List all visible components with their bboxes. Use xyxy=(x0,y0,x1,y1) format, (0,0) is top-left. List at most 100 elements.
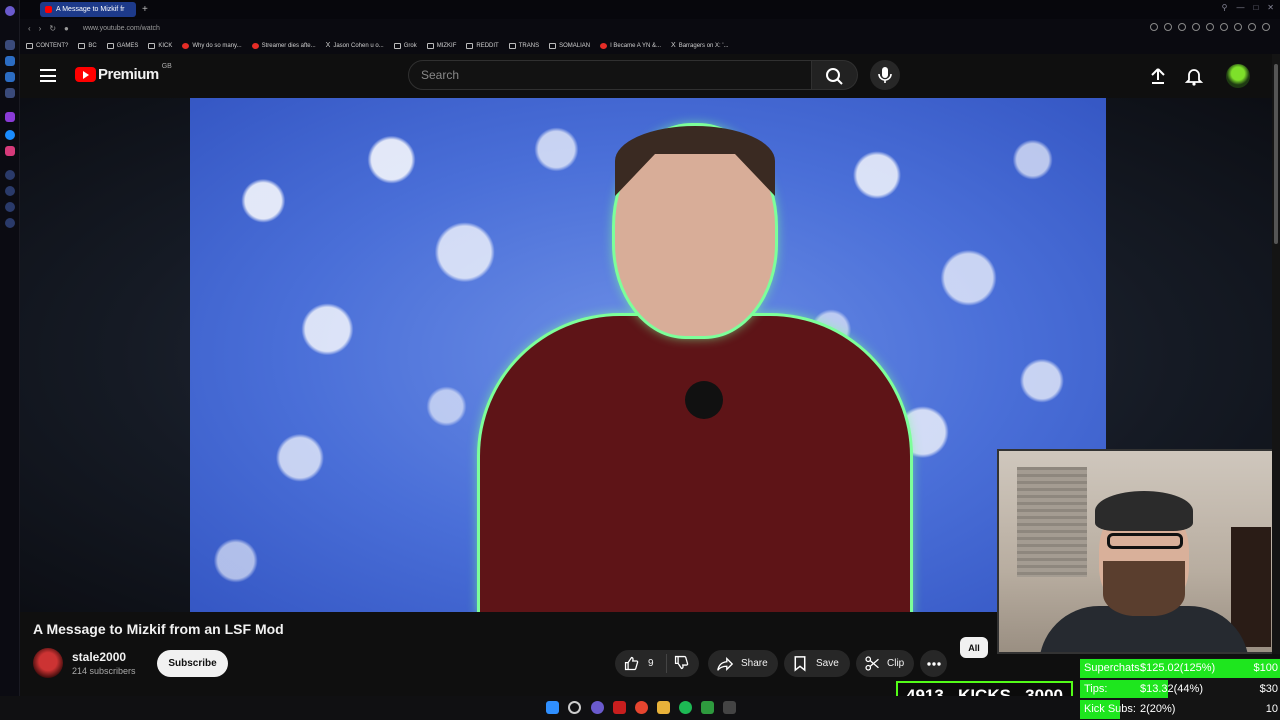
channel-name[interactable]: stale2000 xyxy=(72,650,126,664)
subscribe-button[interactable]: Subscribe xyxy=(157,650,228,677)
clip-button[interactable]: Clip xyxy=(856,650,914,677)
bookmark-item[interactable]: KICK xyxy=(148,42,172,49)
window-controls: ⚲ — □ ✕ xyxy=(1222,3,1274,12)
extension-icon[interactable] xyxy=(1178,23,1186,31)
bookmark-item[interactable]: SOMALIAN xyxy=(549,42,590,49)
video-player[interactable] xyxy=(190,98,1106,612)
bookmark-label: REDDIT xyxy=(476,42,499,49)
save-bookmark-icon xyxy=(794,656,806,672)
close-icon[interactable]: ✕ xyxy=(1267,3,1274,12)
lock-icon: ● xyxy=(64,23,69,33)
bookmark-label: Barragers on X: '... xyxy=(678,42,729,49)
bookmark-item[interactable]: Why do so many... xyxy=(182,42,242,49)
bookmark-label: Jason Cohen u o... xyxy=(333,42,384,49)
goal-target: $30 xyxy=(1259,682,1278,695)
search-button[interactable] xyxy=(812,60,858,90)
twitch-icon[interactable] xyxy=(5,112,15,122)
menu-icon[interactable] xyxy=(1262,23,1270,31)
channel-avatar[interactable] xyxy=(33,648,63,678)
file-explorer-icon[interactable] xyxy=(657,701,670,714)
extension-icon[interactable] xyxy=(1248,23,1256,31)
bookmark-item[interactable]: TRANS xyxy=(508,42,539,49)
like-dislike-group: 9 xyxy=(615,650,699,677)
browser-logo-icon[interactable] xyxy=(5,6,15,16)
search-icon xyxy=(826,68,843,85)
settings-icon[interactable] xyxy=(5,218,15,228)
bookmark-item[interactable]: X Barragers on X: '... xyxy=(671,42,729,49)
save-button[interactable]: Save xyxy=(784,650,850,677)
minimize-icon[interactable]: — xyxy=(1236,3,1244,12)
back-icon[interactable]: ‹ xyxy=(28,24,31,33)
extension-icon[interactable] xyxy=(1150,23,1158,31)
bookmark-item[interactable]: Grok xyxy=(393,42,417,49)
sidebar-icon[interactable] xyxy=(5,170,15,180)
instagram-icon[interactable] xyxy=(5,146,15,156)
account-avatar[interactable] xyxy=(1226,64,1250,88)
goal-row: Superchats: $125.02(125%) $100 xyxy=(1080,658,1280,679)
bookmark-item[interactable]: Streamer dies afte... xyxy=(251,42,316,49)
hamburger-menu-icon[interactable] xyxy=(40,69,56,82)
bookmark-item[interactable]: CONTENT? xyxy=(26,42,68,49)
bookmark-item[interactable]: BC xyxy=(78,42,97,49)
heart-icon[interactable] xyxy=(1206,23,1214,31)
xbox-icon[interactable] xyxy=(701,701,714,714)
goal-target: 10 xyxy=(1265,703,1278,716)
extension-icon[interactable] xyxy=(1192,23,1200,31)
messenger-icon[interactable] xyxy=(5,130,15,140)
url-field[interactable]: www.youtube.com/watch xyxy=(83,25,160,32)
forward-icon[interactable]: › xyxy=(39,24,42,33)
folder-icon xyxy=(549,42,557,49)
goal-label: Superchats: xyxy=(1084,662,1143,675)
taskbar-search-icon[interactable] xyxy=(568,701,581,714)
notifications-bell-icon[interactable] xyxy=(1184,66,1204,86)
sidebar-icon[interactable] xyxy=(5,88,15,98)
app-taskbar-icon[interactable] xyxy=(723,701,736,714)
sidebar-icon[interactable] xyxy=(5,40,15,50)
bookmark-item[interactable]: GAMES xyxy=(106,42,138,49)
spotify-icon[interactable] xyxy=(679,701,692,714)
folder-icon xyxy=(426,42,434,49)
webcam-overlay xyxy=(997,449,1280,654)
search-input[interactable]: Search xyxy=(408,60,812,90)
bookmark-label: Grok xyxy=(403,42,417,49)
folder-icon xyxy=(78,42,86,49)
sidebar-icon[interactable] xyxy=(5,72,15,82)
windows-start-icon[interactable] xyxy=(546,701,559,714)
folder-icon xyxy=(508,42,516,49)
voice-search-button[interactable] xyxy=(870,60,900,90)
reddit-icon xyxy=(251,42,259,49)
extension-icon[interactable] xyxy=(1220,23,1228,31)
extension-icon[interactable] xyxy=(1164,23,1172,31)
new-tab-icon[interactable]: + xyxy=(142,4,148,15)
maximize-icon[interactable]: □ xyxy=(1253,3,1258,12)
folder-icon xyxy=(26,42,33,49)
search-icon[interactable]: ⚲ xyxy=(1222,3,1228,12)
browser-taskbar-icon[interactable] xyxy=(591,701,604,714)
bookmark-item[interactable]: X Jason Cohen u o... xyxy=(326,42,384,49)
like-button[interactable]: 9 xyxy=(615,654,667,673)
youtube-premium-logo[interactable]: Premium GB xyxy=(75,63,172,83)
bookmark-item[interactable]: MIZKIF xyxy=(426,42,456,49)
youtube-icon xyxy=(600,42,608,49)
bookmark-item[interactable]: REDDIT xyxy=(466,42,499,49)
reload-icon[interactable]: ↻ xyxy=(49,24,56,33)
dislike-button[interactable] xyxy=(667,654,690,674)
opera-taskbar-icon[interactable] xyxy=(613,701,626,714)
more-actions-button[interactable] xyxy=(920,650,947,677)
streamer-headset xyxy=(1095,491,1193,531)
sidebar-icon[interactable] xyxy=(5,56,15,66)
youtube-icon xyxy=(182,42,190,49)
upload-icon[interactable] xyxy=(1148,66,1168,86)
bookmark-item[interactable]: I Became A YN &... xyxy=(600,42,661,49)
share-button[interactable]: Share xyxy=(708,650,778,677)
sidebar-icon[interactable] xyxy=(5,186,15,196)
chrome-taskbar-icon[interactable] xyxy=(635,701,648,714)
like-count: 9 xyxy=(648,658,654,669)
chip-all[interactable]: All xyxy=(960,637,988,658)
page-scrollbar[interactable] xyxy=(1272,54,1280,654)
browser-tab[interactable]: A Message to Mizkif fr xyxy=(40,2,136,17)
sidebar-icon[interactable] xyxy=(5,202,15,212)
video-title: A Message to Mizkif from an LSF Mod xyxy=(33,621,284,637)
scrollbar-thumb[interactable] xyxy=(1274,64,1278,244)
extension-icon[interactable] xyxy=(1234,23,1242,31)
